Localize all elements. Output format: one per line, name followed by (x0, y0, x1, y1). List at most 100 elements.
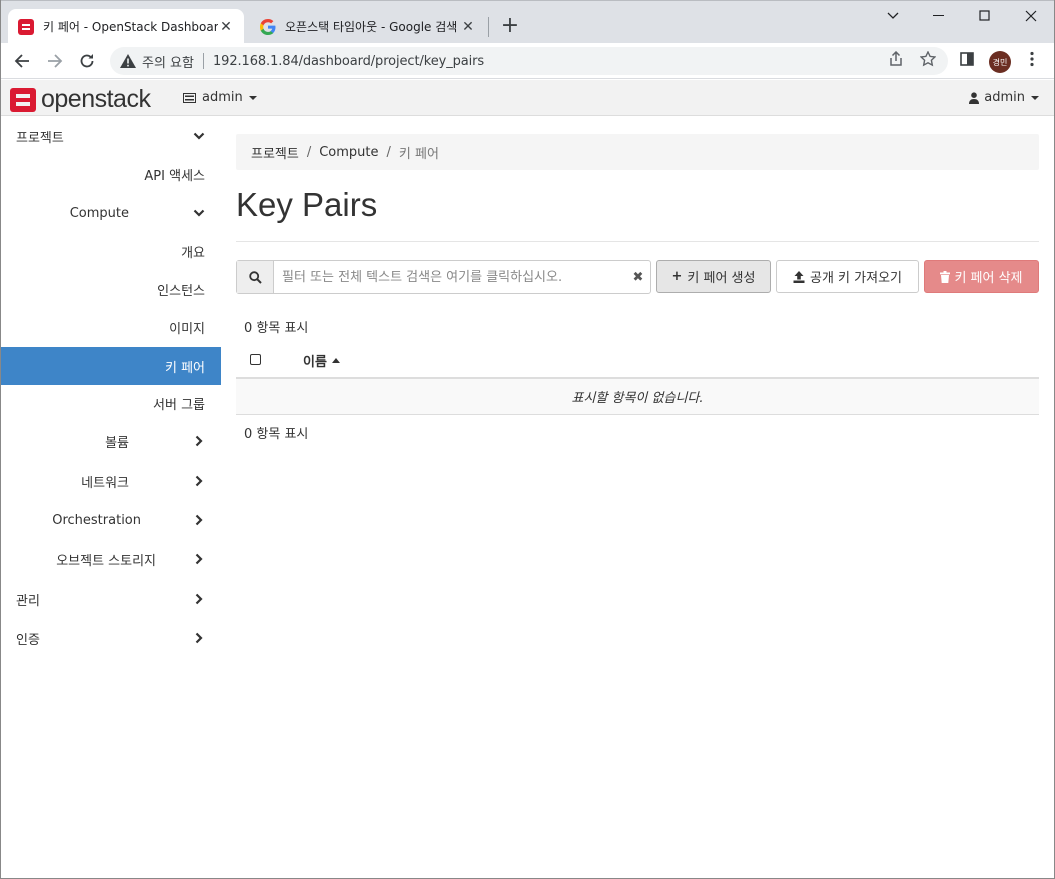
openstack-logo[interactable]: openstack (10, 85, 151, 114)
sidebar: 프로젝트 API 액세스 Compute 개요 인스턴스 이미지 키 페어 서버… (0, 117, 221, 879)
filter-input[interactable] (274, 261, 626, 293)
sidebar-item-instances[interactable]: 인스턴스 (0, 270, 221, 308)
sidebar-item-label: 키 페어 (164, 360, 205, 376)
security-warning-text[interactable]: 주의 요함 (142, 52, 194, 71)
sidebar-item-label: 서버 그룹 (153, 397, 205, 413)
reload-icon[interactable] (75, 49, 99, 73)
filter-bar: ✖ (236, 260, 651, 294)
sidebar-item-identity[interactable]: 인증 (0, 619, 221, 657)
table-empty-row: 표시할 항목이 없습니다. (236, 379, 1039, 415)
caret-down-icon (1031, 95, 1039, 100)
bookmark-star-icon[interactable] (918, 49, 938, 69)
sidebar-item-volumes[interactable]: 볼륨 (0, 422, 221, 460)
caret-down-icon (248, 95, 257, 100)
sidebar-item-label: 관리 (16, 593, 40, 609)
window-close-icon[interactable] (1008, 5, 1054, 27)
tab-search-icon[interactable] (870, 5, 916, 27)
tab-close-icon[interactable]: ✕ (460, 19, 476, 35)
chevron-right-icon (195, 435, 203, 447)
sidebar-item-network[interactable]: 네트워크 (0, 462, 221, 500)
forward-arrow-icon[interactable] (43, 49, 67, 73)
sort-ascending-icon (331, 358, 340, 363)
sidebar-item-project[interactable]: 프로젝트 (0, 117, 221, 155)
sidebar-item-overview[interactable]: 개요 (0, 232, 221, 270)
chevron-right-icon (195, 514, 203, 526)
google-favicon-icon (260, 18, 276, 35)
title-divider (236, 241, 1039, 242)
sidebar-item-api-access[interactable]: API 액세스 (0, 155, 221, 193)
more-menu-icon[interactable] (1022, 49, 1042, 69)
clear-filter-icon[interactable]: ✖ (626, 261, 650, 293)
breadcrumb-item-current: 키 페어 (398, 146, 439, 162)
delete-key-pairs-label: 키 페어 삭제 (954, 271, 1023, 286)
sidebar-item-label: 이미지 (169, 321, 205, 337)
sidebar-item-label: API 액세스 (144, 168, 205, 184)
project-selector[interactable]: admin (183, 90, 257, 105)
create-key-pair-label: 키 페어 생성 (687, 271, 756, 286)
chevron-right-icon (195, 553, 203, 565)
item-count-bottom: 0 항목 표시 (244, 427, 309, 442)
sidebar-item-images[interactable]: 이미지 (0, 308, 221, 346)
tab-close-icon[interactable]: ✕ (218, 19, 234, 35)
new-tab-button[interactable]: + (500, 15, 520, 37)
sidebar-item-label: Orchestration (52, 512, 141, 528)
sidebar-item-compute[interactable]: Compute (0, 194, 221, 232)
user-icon (969, 91, 980, 104)
warning-triangle-icon[interactable] (120, 53, 136, 69)
breadcrumb-item-project[interactable]: 프로젝트 (251, 143, 299, 162)
openstack-header: openstack admin admin (0, 80, 1055, 116)
plus-icon: + (671, 269, 683, 284)
sidebar-item-label: 네트워크 (81, 475, 129, 491)
chevron-right-icon (195, 593, 203, 605)
select-all-checkbox[interactable] (250, 354, 261, 365)
sidebar-item-label: 오브젝트 스토리지 (56, 553, 156, 569)
browser-tab-inactive[interactable]: 오픈스택 타임아웃 - Google 검색 ✕ (250, 9, 486, 44)
openstack-favicon-icon (18, 18, 34, 35)
sidebar-item-admin[interactable]: 관리 (0, 580, 221, 618)
user-menu[interactable]: admin (969, 90, 1039, 105)
breadcrumb-separator: / (306, 144, 312, 160)
sidebar-item-label: 프로젝트 (16, 130, 64, 146)
table-header: 이름 (236, 340, 1039, 379)
sidebar-item-label: Compute (69, 205, 129, 221)
breadcrumb: 프로젝트 / Compute / 키 페어 (236, 134, 1039, 170)
url-text[interactable]: 192.168.1.84/dashboard/project/key_pairs (213, 54, 484, 69)
breadcrumb-item-compute[interactable]: Compute (319, 145, 378, 160)
import-public-key-button[interactable]: 공개 키 가져오기 (776, 260, 919, 293)
chevron-right-icon (195, 632, 203, 644)
upload-icon (793, 270, 805, 283)
browser-toolbar: 주의 요함 192.168.1.84/dashboard/project/key… (0, 43, 1055, 79)
page-title: Key Pairs (236, 186, 378, 223)
sidebar-item-orchestration[interactable]: Orchestration (0, 501, 221, 539)
maximize-icon[interactable] (962, 5, 1008, 27)
trash-icon (940, 270, 951, 283)
openstack-logo-icon (10, 87, 36, 112)
address-bar[interactable]: 주의 요함 192.168.1.84/dashboard/project/key… (110, 47, 948, 75)
project-selector-label: admin (202, 90, 243, 105)
logo-wordmark: openstack (41, 85, 151, 113)
tab-title: 오픈스택 타임아웃 - Google 검색 (285, 20, 458, 34)
window-border (0, 0, 1, 879)
browser-tab-active[interactable]: 키 페어 - OpenStack Dashboard ✕ (8, 9, 244, 44)
server-icon (183, 92, 196, 103)
sidebar-item-label: 개요 (181, 245, 205, 261)
tab-separator (488, 17, 489, 37)
delete-key-pairs-button[interactable]: 키 페어 삭제 (924, 260, 1039, 293)
chevron-down-icon (193, 132, 205, 140)
sidebar-item-server-groups[interactable]: 서버 그룹 (0, 384, 221, 422)
back-arrow-icon[interactable] (10, 49, 34, 73)
sidebar-item-key-pairs[interactable]: 키 페어 (0, 347, 221, 385)
sidebar-item-object-storage[interactable]: 오브젝트 스토리지 (0, 540, 221, 578)
user-menu-label: admin (984, 90, 1025, 105)
search-icon[interactable] (237, 261, 274, 293)
profile-avatar[interactable]: 경민 (989, 51, 1011, 73)
chevron-right-icon (195, 475, 203, 487)
import-public-key-label: 공개 키 가져오기 (810, 271, 902, 286)
create-key-pair-button[interactable]: + 키 페어 생성 (656, 260, 771, 293)
column-header-name[interactable]: 이름 (303, 351, 340, 370)
share-icon[interactable] (886, 49, 906, 69)
tab-title: 키 페어 - OpenStack Dashboard (43, 20, 218, 34)
minimize-icon[interactable] (916, 5, 962, 27)
side-panel-icon[interactable] (957, 49, 977, 69)
column-header-label: 이름 (303, 355, 327, 370)
